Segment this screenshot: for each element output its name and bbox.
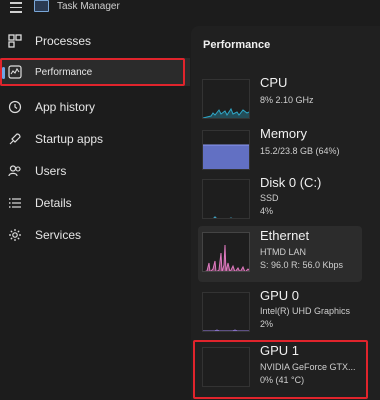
disk-graph <box>202 179 250 219</box>
nav-item-services[interactable]: Services <box>0 220 190 250</box>
gpu0-usage: 2% <box>260 319 274 329</box>
gpu0-model: Intel(R) UHD Graphics <box>260 306 351 316</box>
ethernet-adapter: HTMD LAN <box>260 247 307 257</box>
perf-card-cpu[interactable]: CPU 8% 2.10 GHz <box>198 73 362 129</box>
performance-highlight-box <box>0 58 185 86</box>
disk-type: SSD <box>260 193 279 203</box>
ethernet-name: Ethernet <box>260 228 310 243</box>
memory-name: Memory <box>260 126 307 141</box>
cpu-graph-svg <box>203 107 249 118</box>
task-manager-app-icon <box>34 0 49 12</box>
ethernet-throughput: S: 96.0 R: 56.0 Kbps <box>260 260 344 270</box>
cpu-graph <box>202 79 250 119</box>
services-icon <box>9 229 21 241</box>
nav-item-startup-apps[interactable]: Startup apps <box>0 124 190 154</box>
cpu-usage: 8% 2.10 GHz <box>260 95 314 105</box>
perf-card-gpu-0[interactable]: GPU 0 Intel(R) UHD Graphics 2% <box>198 286 362 342</box>
perf-card-ethernet[interactable]: Ethernet HTMD LAN S: 96.0 R: 56.0 Kbps <box>198 226 362 282</box>
cpu-name: CPU <box>260 75 288 90</box>
disk-usage: 4% <box>260 206 274 216</box>
nav-label-users: Users <box>35 164 67 178</box>
users-icon <box>8 165 21 177</box>
disk-name: Disk 0 (C:) <box>260 175 322 190</box>
gpu1-highlight-box <box>193 340 368 399</box>
nav-label-processes: Processes <box>35 34 92 48</box>
memory-graph-svg <box>203 144 249 169</box>
gpu0-graph <box>202 292 250 332</box>
perf-card-disk-0[interactable]: Disk 0 (C:) SSD 4% <box>198 173 362 229</box>
panel-title: Performance <box>203 39 271 51</box>
processes-icon <box>8 34 22 48</box>
title-bar: Task Manager <box>0 0 380 20</box>
ethernet-graph <box>202 232 250 272</box>
window-title: Task Manager <box>57 1 120 12</box>
memory-graph <box>202 130 250 170</box>
perf-card-memory[interactable]: Memory 15.2/23.8 GB (64%) <box>198 124 362 180</box>
memory-usage: 15.2/23.8 GB (64%) <box>260 146 340 156</box>
details-icon <box>9 198 21 208</box>
nav-item-users[interactable]: Users <box>0 156 190 186</box>
nav-label-services: Services <box>35 228 82 242</box>
nav-item-app-history[interactable]: App history <box>0 92 190 122</box>
ethernet-graph-svg <box>204 244 249 271</box>
app-history-icon <box>8 100 22 114</box>
startup-apps-icon <box>9 133 21 145</box>
nav-label-details: Details <box>35 196 72 210</box>
nav-label-app-history: App history <box>35 100 96 114</box>
menu-icon[interactable] <box>10 2 22 13</box>
disk-graph-svg <box>213 216 233 218</box>
gpu0-graph-svg <box>203 329 249 331</box>
nav-item-details[interactable]: Details <box>0 188 190 218</box>
nav-item-processes[interactable]: Processes <box>0 26 190 56</box>
nav-label-startup-apps: Startup apps <box>35 132 104 146</box>
gpu0-name: GPU 0 <box>260 288 300 303</box>
